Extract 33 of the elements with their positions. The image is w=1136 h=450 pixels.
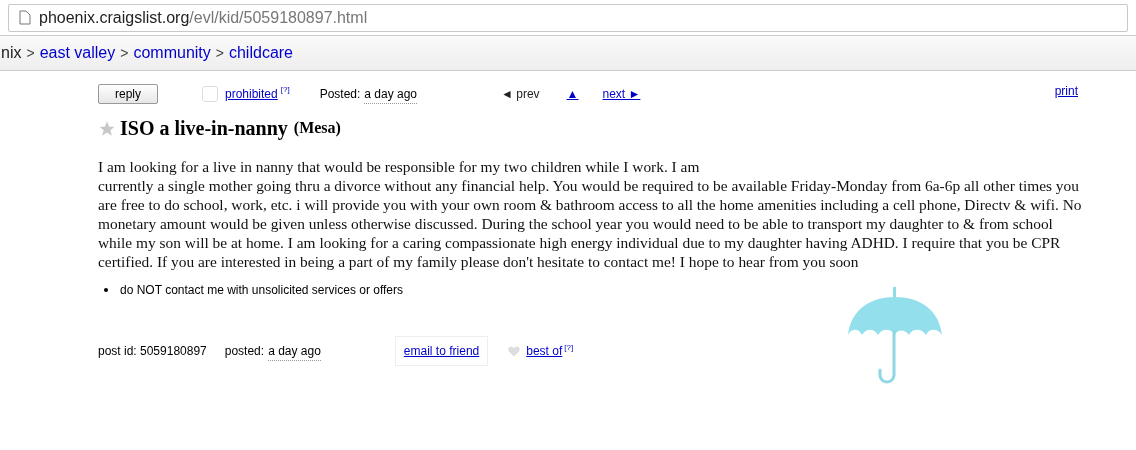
umbrella-icon xyxy=(847,287,943,385)
heart-icon[interactable] xyxy=(508,345,521,357)
next-link[interactable]: next ► xyxy=(602,85,641,103)
breadcrumb-link[interactable]: childcare xyxy=(228,41,293,65)
breadcrumb-text: nix xyxy=(1,43,22,63)
print-link[interactable]: print xyxy=(1054,82,1078,100)
email-to-friend-button[interactable]: email to friend xyxy=(394,336,489,366)
reply-button[interactable]: reply xyxy=(98,84,158,104)
page-icon xyxy=(19,10,31,25)
posted-label: posted: xyxy=(224,343,265,360)
posted-time: a day ago xyxy=(364,84,418,104)
post-title: ISO a live-in-nanny xyxy=(120,116,288,142)
notice-text: do NOT contact me with unsolicited services or offers xyxy=(120,282,403,299)
prev-link[interactable]: ◄ prev xyxy=(501,85,540,103)
help-link[interactable]: [?] xyxy=(280,85,290,94)
up-link[interactable]: ▲ xyxy=(566,85,579,103)
breadcrumb-separator: > xyxy=(120,43,129,63)
posted-time: a day ago xyxy=(268,341,321,361)
url-text: phoenix.craigslist.org/evl/kid/5059180897.html xyxy=(39,7,368,28)
best-of-link[interactable]: best of xyxy=(526,342,563,360)
post-id: post id: 5059180897 xyxy=(98,343,207,360)
breadcrumb-separator: > xyxy=(26,43,35,63)
checkbox[interactable] xyxy=(202,86,218,102)
posted-label: Posted: xyxy=(319,86,361,103)
star-icon[interactable] xyxy=(98,120,116,138)
breadcrumb-link[interactable]: east valley xyxy=(39,41,116,65)
breadcrumb-separator: > xyxy=(215,43,224,63)
prohibited-link[interactable]: prohibited xyxy=(225,85,278,103)
address-bar[interactable]: phoenix.craigslist.org/evl/kid/5059180897.html xyxy=(8,3,1128,32)
breadcrumb-link[interactable]: community xyxy=(133,41,211,65)
help-link[interactable]: [?] xyxy=(564,343,574,352)
post-location: (Mesa) xyxy=(293,118,341,139)
post-body: I am looking for a live in nanny that would be responsible for my two children while I work. I am currently a single mother going thru a divorce without any financial help. You would be required to be available Friday-Monday from 6a-6p all other times you are free to do school, work, etc. i will provide you with your own room & bathroom access to all the home amenities including a cell phone, Directv & wifi. No monetary amount would be given unless otherwise discussed. During the school year you would need to be able to transport my daughter to & from school while my son will be at home. I am looking for a caring compassionate high energy individual due to my daughter having ADHD. I require that you be CPR certified. If you are interested in being a part of my family please don't hesitate to contact me! I hope to hear from you soon xyxy=(98,157,1083,271)
